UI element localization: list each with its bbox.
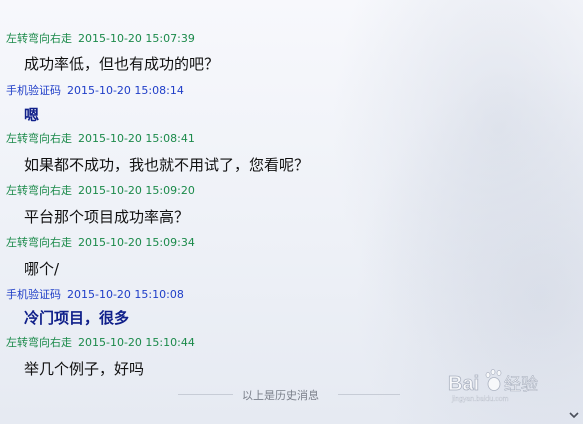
message-header: 左转弯向右走 2015-10-20 15:07:39 xyxy=(6,32,195,46)
message-text: 平台那个项目成功率高？ xyxy=(24,208,190,226)
message-text: 冷门项目，很多 xyxy=(24,309,130,327)
message-header: 左转弯向右走 2015-10-20 15:10:44 xyxy=(6,336,195,350)
message-time: 2015-10-20 15:10:44 xyxy=(78,336,195,349)
message-time: 2015-10-20 15:07:39 xyxy=(78,32,195,45)
message-text: 举几个例子，好吗 xyxy=(24,360,145,378)
sender-name[interactable]: 左转弯向右走 xyxy=(6,236,72,249)
message-header: 手机验证码 2015-10-20 15:08:14 xyxy=(6,84,184,98)
message-header: 左转弯向右走 2015-10-20 15:08:41 xyxy=(6,132,195,146)
chat-history[interactable]: 左转弯向右走 2015-10-20 15:07:39 成功率低，但也有成功的吧？ … xyxy=(0,0,583,424)
sender-name[interactable]: 手机验证码 xyxy=(6,288,61,301)
divider-line-right xyxy=(338,394,400,395)
message-time: 2015-10-20 15:09:20 xyxy=(78,184,195,197)
divider-line-left xyxy=(178,394,233,395)
svg-text:jingyan.baidu.com: jingyan.baidu.com xyxy=(451,396,509,403)
message-time: 2015-10-20 15:08:41 xyxy=(78,132,195,145)
message-header: 左转弯向右走 2015-10-20 15:09:34 xyxy=(6,236,195,250)
message-text: 嗯 xyxy=(24,106,40,124)
message-text: 如果都不成功，我也就不用试了，您看呢？ xyxy=(24,156,310,174)
message-header: 左转弯向右走 2015-10-20 15:09:20 xyxy=(6,184,195,198)
sender-name[interactable]: 左转弯向右走 xyxy=(6,32,72,45)
baidu-jingyan-watermark: Bai 经验 jingyan.baidu.com xyxy=(448,369,538,403)
message-text: 成功率低，但也有成功的吧？ xyxy=(24,55,220,73)
scroll-down-arrow-icon[interactable] xyxy=(569,410,579,420)
message-text: 哪个/ xyxy=(24,260,60,278)
svg-text:经验: 经验 xyxy=(504,375,538,395)
sender-name[interactable]: 左转弯向右走 xyxy=(6,184,72,197)
paw-icon xyxy=(485,369,502,391)
sender-name[interactable]: 左转弯向右走 xyxy=(6,336,72,349)
message-time: 2015-10-20 15:08:14 xyxy=(67,84,184,97)
sender-name[interactable]: 手机验证码 xyxy=(6,84,61,97)
history-divider-label: 以上是历史消息 xyxy=(242,389,319,402)
sender-name[interactable]: 左转弯向右走 xyxy=(6,132,72,145)
message-header: 手机验证码 2015-10-20 15:10:08 xyxy=(6,288,184,302)
message-time: 2015-10-20 15:09:34 xyxy=(78,236,195,249)
svg-text:Bai: Bai xyxy=(448,373,479,395)
message-time: 2015-10-20 15:10:08 xyxy=(67,288,184,301)
